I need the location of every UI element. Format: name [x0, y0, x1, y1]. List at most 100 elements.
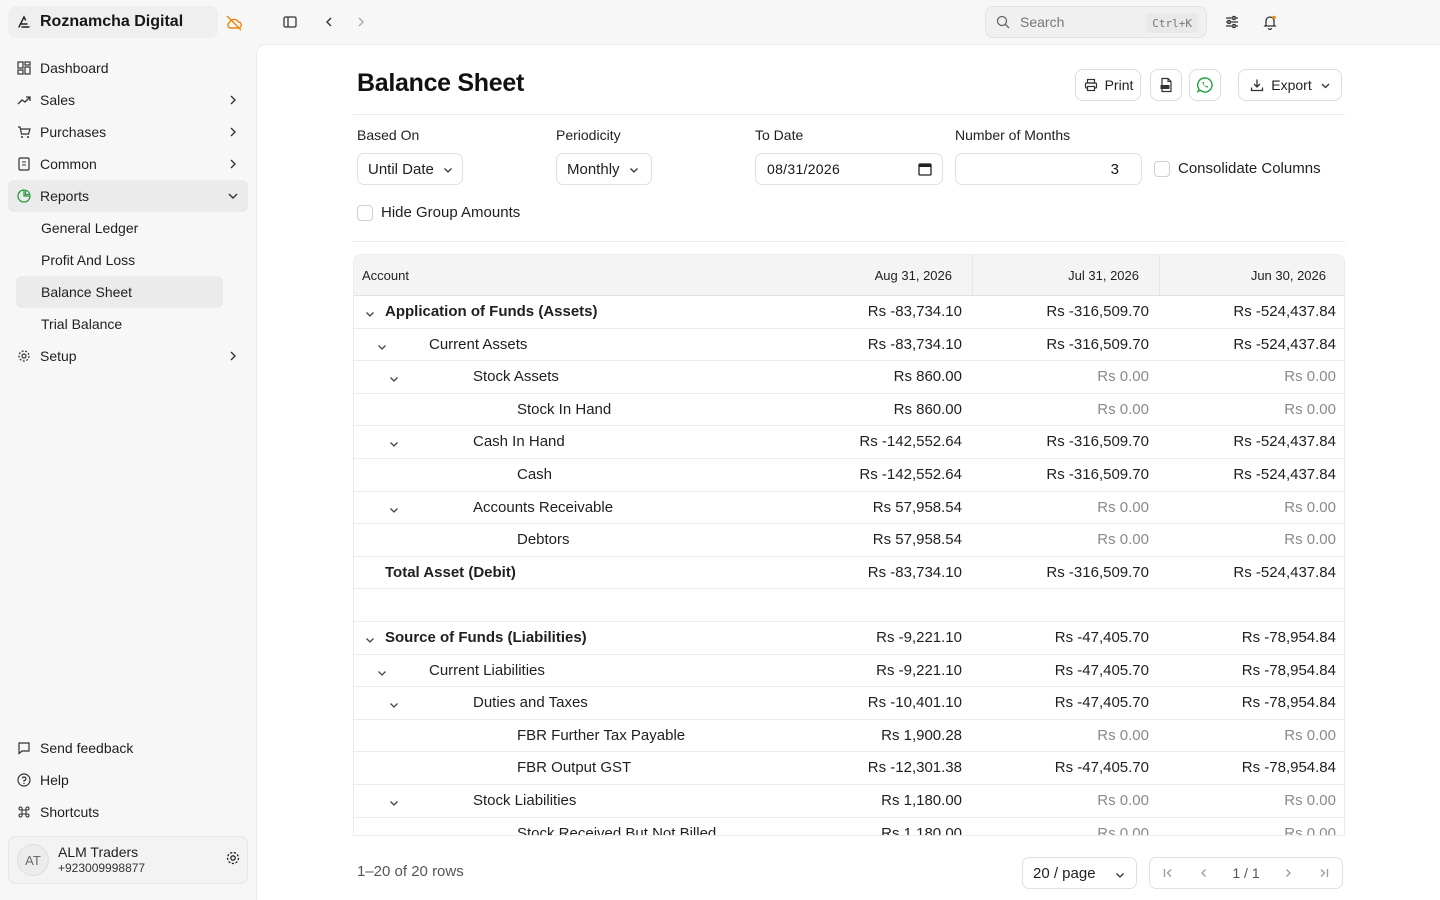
- account-name: Debtors: [517, 531, 570, 549]
- prev-page-icon[interactable]: [1186, 858, 1222, 888]
- amount-cell: Rs -83,734.10: [867, 335, 962, 353]
- chevron-down-icon[interactable]: [388, 698, 400, 710]
- chevron-down-icon[interactable]: [388, 796, 400, 808]
- account-name: FBR Output GST: [517, 759, 632, 777]
- account-name: Cash: [517, 465, 553, 483]
- chevron-down-icon[interactable]: [376, 666, 388, 678]
- sidebar-subitem-general-ledger[interactable]: General Ledger: [16, 212, 223, 244]
- help-icon: [16, 772, 32, 788]
- table-row[interactable]: Current Assets Rs -83,734.10 Rs -316,509.7…: [354, 329, 1344, 362]
- amount-cell: Rs 0.00: [1284, 791, 1336, 809]
- export-button[interactable]: Export: [1238, 69, 1342, 101]
- chevron-down-icon[interactable]: [376, 340, 388, 352]
- hide-group-amounts-checkbox[interactable]: [357, 205, 373, 221]
- hide-group-amounts-label: Hide Group Amounts: [381, 204, 521, 221]
- search-input[interactable]: Search Ctrl+K: [985, 6, 1207, 38]
- chevron-down-icon[interactable]: [364, 633, 376, 645]
- table-row[interactable]: Source of Funds (Liabilities) Rs -9,221.1…: [354, 622, 1344, 655]
- chevron-right-icon: [226, 93, 240, 107]
- to-date-value: 08/31/2026: [767, 161, 841, 177]
- print-button[interactable]: Print: [1075, 69, 1141, 101]
- sidebar-toggle-icon[interactable]: [281, 13, 299, 31]
- num-months-input[interactable]: 3: [955, 153, 1142, 185]
- account-name: Accounts Receivable: [473, 498, 614, 516]
- last-page-icon[interactable]: [1306, 858, 1342, 888]
- amount-cell: Rs -316,509.70: [1046, 303, 1149, 320]
- column-header-aug: Aug 31, 2026: [874, 268, 952, 283]
- table-row[interactable]: Stock Liabilities Rs 1,180.00 Rs 0.00 Rs 0.…: [354, 785, 1344, 818]
- cloud-off-icon[interactable]: [225, 14, 243, 32]
- page-size-select[interactable]: 20 / page: [1022, 857, 1137, 889]
- table-row[interactable]: Stock Assets Rs 860.00 Rs 0.00 Rs 0.00: [354, 361, 1344, 394]
- bell-icon[interactable]: [1261, 13, 1279, 31]
- amount-cell: Rs -524,437.84: [1233, 465, 1336, 483]
- consolidate-columns-checkbox[interactable]: [1154, 161, 1170, 177]
- chevron-down-icon[interactable]: [364, 307, 376, 319]
- amount-cell: Rs -10,401.10: [867, 694, 962, 712]
- sidebar-subitem-profit-and-loss[interactable]: Profit And Loss: [16, 244, 223, 276]
- amount-cell: Rs 0.00: [1097, 531, 1149, 549]
- sidebar-item-purchases[interactable]: Purchases: [8, 116, 248, 148]
- amount-cell: Rs 0.00: [1284, 400, 1336, 418]
- pagination: 1 / 1: [1149, 857, 1343, 889]
- sidebar-item-common[interactable]: Common: [8, 148, 248, 180]
- account-name: Stock Received But Not Billed: [517, 824, 717, 836]
- sidebar-item-label: Help: [40, 772, 69, 788]
- back-icon[interactable]: [320, 13, 338, 31]
- sidebar-item-label: Common: [40, 156, 97, 172]
- table-row[interactable]: Application of Funds (Assets) Rs -83,734.…: [354, 296, 1344, 329]
- forward-icon[interactable]: [352, 13, 370, 31]
- amount-cell: Rs -83,734.10: [867, 563, 962, 581]
- amount-cell: Rs 0.00: [1284, 824, 1336, 836]
- table-row: Stock Received But Not Billed Rs 1,180.00…: [354, 818, 1344, 836]
- amount-cell: Rs 1,180.00: [881, 824, 962, 836]
- sidebar-item-sales[interactable]: Sales: [8, 84, 248, 116]
- sidebar-nav: Dashboard Sales Purchases Common Reports…: [8, 52, 248, 372]
- book-icon: [16, 156, 32, 172]
- pie-chart-icon: [16, 188, 32, 204]
- help-link[interactable]: Help: [8, 764, 248, 796]
- first-page-icon[interactable]: [1150, 858, 1186, 888]
- based-on-select[interactable]: Until Date: [357, 153, 463, 185]
- sidebar-item-label: Setup: [40, 348, 77, 364]
- user-profile[interactable]: AT ALM Traders +923009998877: [8, 836, 248, 884]
- next-page-icon[interactable]: [1270, 858, 1306, 888]
- chevron-down-icon[interactable]: [388, 372, 400, 384]
- divider: [353, 241, 1345, 242]
- sidebar-item-reports[interactable]: Reports: [8, 180, 248, 212]
- table-row[interactable]: Current Liabilities Rs -9,221.10 Rs -47,40…: [354, 655, 1344, 688]
- whatsapp-icon: [1196, 76, 1214, 94]
- app-switcher[interactable]: Roznamcha Digital: [8, 6, 218, 38]
- sidebar-subitem-trial-balance[interactable]: Trial Balance: [16, 308, 223, 340]
- sidebar-item-setup[interactable]: Setup: [8, 340, 248, 372]
- table-row[interactable]: Accounts Receivable Rs 57,958.54 Rs 0.00 Rs…: [354, 492, 1344, 525]
- amount-cell: Rs -83,734.10: [867, 303, 962, 320]
- amount-cell: Rs -47,405.70: [1054, 628, 1149, 646]
- column-header-jul: Jul 31, 2026: [1068, 268, 1139, 283]
- to-date-input[interactable]: 08/31/2026: [755, 153, 943, 185]
- send-feedback-link[interactable]: Send feedback: [8, 732, 248, 764]
- print-label: Print: [1104, 77, 1134, 93]
- calendar-icon[interactable]: [918, 162, 932, 176]
- sliders-icon[interactable]: [1223, 13, 1241, 31]
- column-header-account: Account: [362, 268, 409, 283]
- chevron-down-icon[interactable]: [388, 503, 400, 515]
- amount-cell: Rs -78,954.84: [1241, 759, 1336, 777]
- table-row[interactable]: Duties and Taxes Rs -10,401.10 Rs -47,405.…: [354, 687, 1344, 720]
- periodicity-label: Periodicity: [556, 127, 621, 143]
- sidebar-subitem-balance-sheet[interactable]: Balance Sheet: [16, 276, 223, 308]
- table-body: Application of Funds (Assets) Rs -83,734.…: [354, 296, 1344, 836]
- table-row: FBR Output GST Rs -12,301.38 Rs -47,405.70…: [354, 752, 1344, 785]
- periodicity-select[interactable]: Monthly: [556, 153, 652, 185]
- shortcuts-link[interactable]: Shortcuts: [8, 796, 248, 828]
- gear-icon[interactable]: [225, 850, 241, 866]
- sidebar-item-dashboard[interactable]: Dashboard: [8, 52, 248, 84]
- amount-cell: Rs -47,405.70: [1054, 661, 1149, 679]
- pdf-button[interactable]: [1150, 69, 1182, 101]
- search-icon: [996, 14, 1012, 30]
- table-row[interactable]: Cash In Hand Rs -142,552.64 Rs -316,509.70…: [354, 426, 1344, 459]
- chevron-down-icon[interactable]: [388, 437, 400, 449]
- whatsapp-button[interactable]: [1189, 69, 1221, 101]
- amount-cell: Rs 0.00: [1097, 726, 1149, 744]
- account-name: Application of Funds (Assets): [385, 303, 598, 320]
